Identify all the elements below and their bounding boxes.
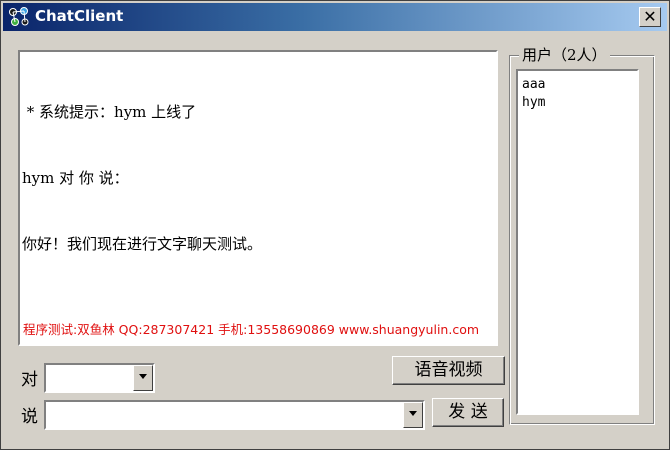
chat-client-window: ChatClient ✕ * 系统提示：hym 上线了 hym 对 你 说： 你… xyxy=(0,0,670,450)
message-input[interactable] xyxy=(44,400,425,430)
chevron-down-icon xyxy=(409,411,417,416)
chat-message-line: hym 对 你 说： xyxy=(22,169,129,187)
chat-messages-area[interactable]: * 系统提示：hym 上线了 hym 对 你 说： 你好！我们现在进行文字聊天测… xyxy=(18,50,498,346)
user-list-item[interactable]: hym xyxy=(518,94,545,112)
user-list-item[interactable]: aaa xyxy=(518,76,545,94)
chat-message-line: * 系统提示：hym 上线了 xyxy=(22,103,197,121)
user-list[interactable]: aaa hym xyxy=(516,69,639,415)
to-label: 对 xyxy=(21,370,38,390)
close-icon: ✕ xyxy=(643,7,657,26)
message-dropdown-button[interactable] xyxy=(403,402,423,428)
recipient-dropdown-button[interactable] xyxy=(133,365,153,391)
people-network-icon xyxy=(9,7,29,26)
program-info-note: 程序测试:双鱼林 QQ:287307421 手机:13558690869 www… xyxy=(23,322,480,337)
message-input-field[interactable] xyxy=(44,400,425,430)
chat-message-line: 你好！我们现在进行文字聊天测试。 xyxy=(22,235,263,253)
send-button[interactable]: 发 送 xyxy=(432,398,504,427)
users-group-legend: 用户（2人） xyxy=(519,44,610,65)
close-button[interactable]: ✕ xyxy=(639,7,661,27)
chevron-down-icon xyxy=(139,374,147,379)
chat-log: * 系统提示：hym 上线了 hym 对 你 说： 你好！我们现在进行文字聊天测… xyxy=(22,57,262,299)
recipient-select[interactable] xyxy=(44,363,155,393)
window-title: ChatClient xyxy=(35,7,124,25)
say-label: 说 xyxy=(21,407,38,427)
voice-video-button[interactable]: 语音视频 xyxy=(392,356,505,385)
title-bar[interactable]: ChatClient ✕ xyxy=(3,3,667,31)
